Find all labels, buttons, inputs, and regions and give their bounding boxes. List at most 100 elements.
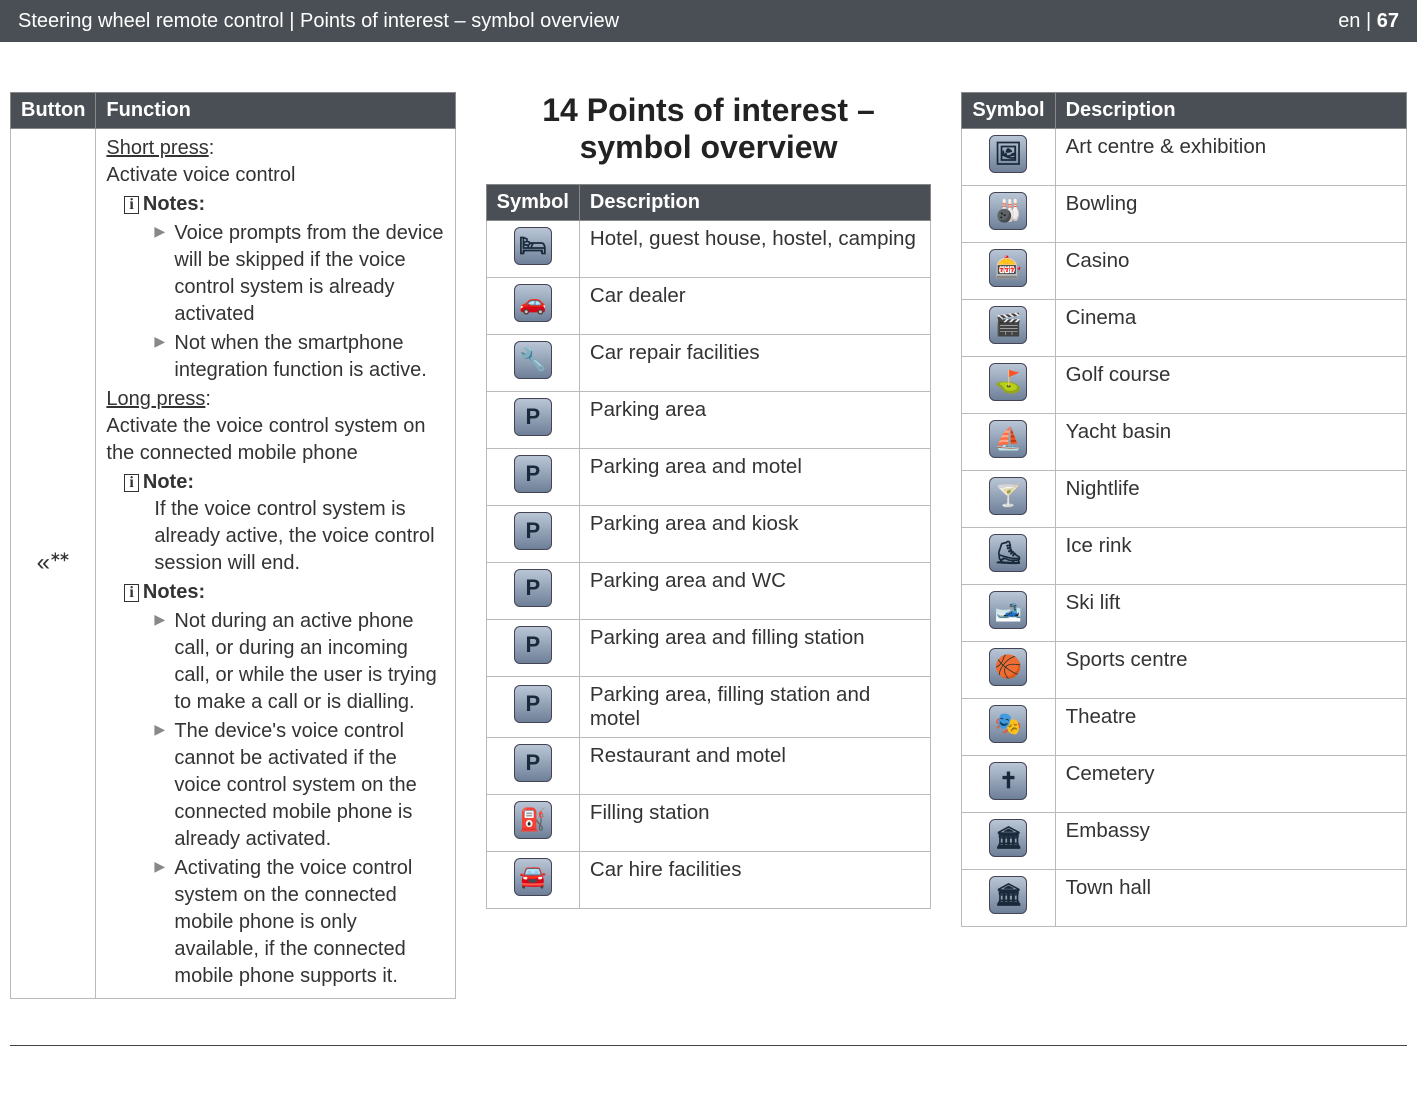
symbol-cell: [962, 756, 1055, 813]
table-row: Car hire facilities: [486, 851, 931, 908]
list-item: Activating the voice control system on t…: [154, 855, 444, 990]
symbol-cell: [962, 585, 1055, 642]
th-description: Description: [1055, 93, 1406, 129]
notes2-label: Notes:: [143, 579, 205, 606]
long-press-desc: Activate the voice control system on the…: [106, 413, 444, 467]
description-cell: Golf course: [1055, 357, 1406, 414]
short-press-label: Short press: [106, 137, 208, 159]
list-item: Voice prompts from the device will be sk…: [154, 220, 444, 328]
symbol-cell: [962, 300, 1055, 357]
description-cell: Parking area: [579, 391, 930, 448]
symbol-cell: [962, 186, 1055, 243]
description-cell: Car hire facilities: [579, 851, 930, 908]
symbol-cell: [486, 562, 579, 619]
table-row: Embassy: [962, 813, 1407, 870]
table-row: Yacht basin: [962, 414, 1407, 471]
table-row: Art centre & exhibition: [962, 129, 1407, 186]
symbol-cell: [962, 642, 1055, 699]
symbol-cell: [962, 414, 1055, 471]
poi-icon: [989, 705, 1027, 743]
poi-icon: [989, 135, 1027, 173]
symbol-cell: [962, 129, 1055, 186]
symbol-cell: [962, 813, 1055, 870]
poi-icon: [989, 591, 1027, 629]
table-row: Town hall: [962, 870, 1407, 927]
symbol-cell: [486, 619, 579, 676]
poi-icon: [514, 626, 552, 664]
info-icon: i: [124, 196, 138, 214]
description-cell: Theatre: [1055, 699, 1406, 756]
info-icon: i: [124, 474, 138, 492]
poi-icon: [514, 341, 552, 379]
table-row: Ski lift: [962, 585, 1407, 642]
poi-icon: [989, 192, 1027, 230]
poi-icon: [514, 284, 552, 322]
description-cell: Parking area, filling station and motel: [579, 676, 930, 737]
table-row: Parking area and kiosk: [486, 505, 931, 562]
poi-icon: [514, 858, 552, 896]
page-header: Steering wheel remote control | Points o…: [0, 0, 1417, 42]
description-cell: Art centre & exhibition: [1055, 129, 1406, 186]
symbol-cell: [486, 737, 579, 794]
table-row: Filling station: [486, 794, 931, 851]
poi-icon: [989, 534, 1027, 572]
symbol-cell: [962, 699, 1055, 756]
table-row: Parking area and motel: [486, 448, 931, 505]
table-row: Nightlife: [962, 471, 1407, 528]
description-cell: Parking area and motel: [579, 448, 930, 505]
symbol-cell: [486, 334, 579, 391]
symbol-cell: [962, 870, 1055, 927]
symbol-cell: [962, 471, 1055, 528]
symbol-cell: [486, 676, 579, 737]
description-cell: Filling station: [579, 794, 930, 851]
header-page: en | 67: [1338, 10, 1399, 33]
description-cell: Town hall: [1055, 870, 1406, 927]
table-row: Car repair facilities: [486, 334, 931, 391]
table-row: Restaurant and motel: [486, 737, 931, 794]
symbol-cell: [486, 851, 579, 908]
table-row: Bowling: [962, 186, 1407, 243]
table-row: Golf course: [962, 357, 1407, 414]
symbol-cell: [486, 505, 579, 562]
description-cell: Embassy: [1055, 813, 1406, 870]
poi-icon: [514, 455, 552, 493]
notes2-list: Not during an active phone call, or duri…: [154, 608, 444, 990]
table-row: Casino: [962, 243, 1407, 300]
poi-icon: [989, 420, 1027, 458]
notes1-list: Voice prompts from the device will be sk…: [154, 220, 444, 384]
header-title: Steering wheel remote control | Points o…: [18, 10, 619, 33]
description-cell: Car repair facilities: [579, 334, 930, 391]
description-cell: Hotel, guest house, hostel, camping: [579, 220, 930, 277]
symbol-cell: [962, 243, 1055, 300]
description-cell: Cemetery: [1055, 756, 1406, 813]
header-lang: en: [1338, 10, 1360, 32]
poi-icon: [989, 876, 1027, 914]
list-item: The device's voice control cannot be act…: [154, 718, 444, 853]
button-function-table: Button Function «ᕯ Short press: Activate…: [10, 92, 456, 999]
table-row: Car dealer: [486, 277, 931, 334]
th-description: Description: [579, 184, 930, 220]
description-cell: Parking area and filling station: [579, 619, 930, 676]
table-row: Hotel, guest house, hostel, camping: [486, 220, 931, 277]
footer-rule: [10, 1045, 1407, 1046]
symbol-cell: [962, 357, 1055, 414]
poi-icon: [989, 819, 1027, 857]
poi-icon: [989, 477, 1027, 515]
table-row: Parking area and WC: [486, 562, 931, 619]
poi-icon: [989, 762, 1027, 800]
poi-icon: [514, 744, 552, 782]
description-cell: Restaurant and motel: [579, 737, 930, 794]
function-cell: Short press: Activate voice control iNot…: [96, 129, 455, 999]
table-row: Parking area: [486, 391, 931, 448]
poi-icon: [514, 801, 552, 839]
section-heading: 14 Points of interest – symbol overview: [486, 92, 932, 166]
column-left: Button Function «ᕯ Short press: Activate…: [10, 92, 456, 999]
voice-button-cell: «ᕯ: [11, 129, 96, 999]
page-content: Button Function «ᕯ Short press: Activate…: [0, 42, 1417, 1009]
poi-table-1: Symbol Description Hotel, guest house, h…: [486, 184, 932, 909]
poi-icon: [514, 685, 552, 723]
table-row: Sports centre: [962, 642, 1407, 699]
table-row: Parking area and filling station: [486, 619, 931, 676]
th-button: Button: [11, 93, 96, 129]
th-symbol: Symbol: [962, 93, 1055, 129]
